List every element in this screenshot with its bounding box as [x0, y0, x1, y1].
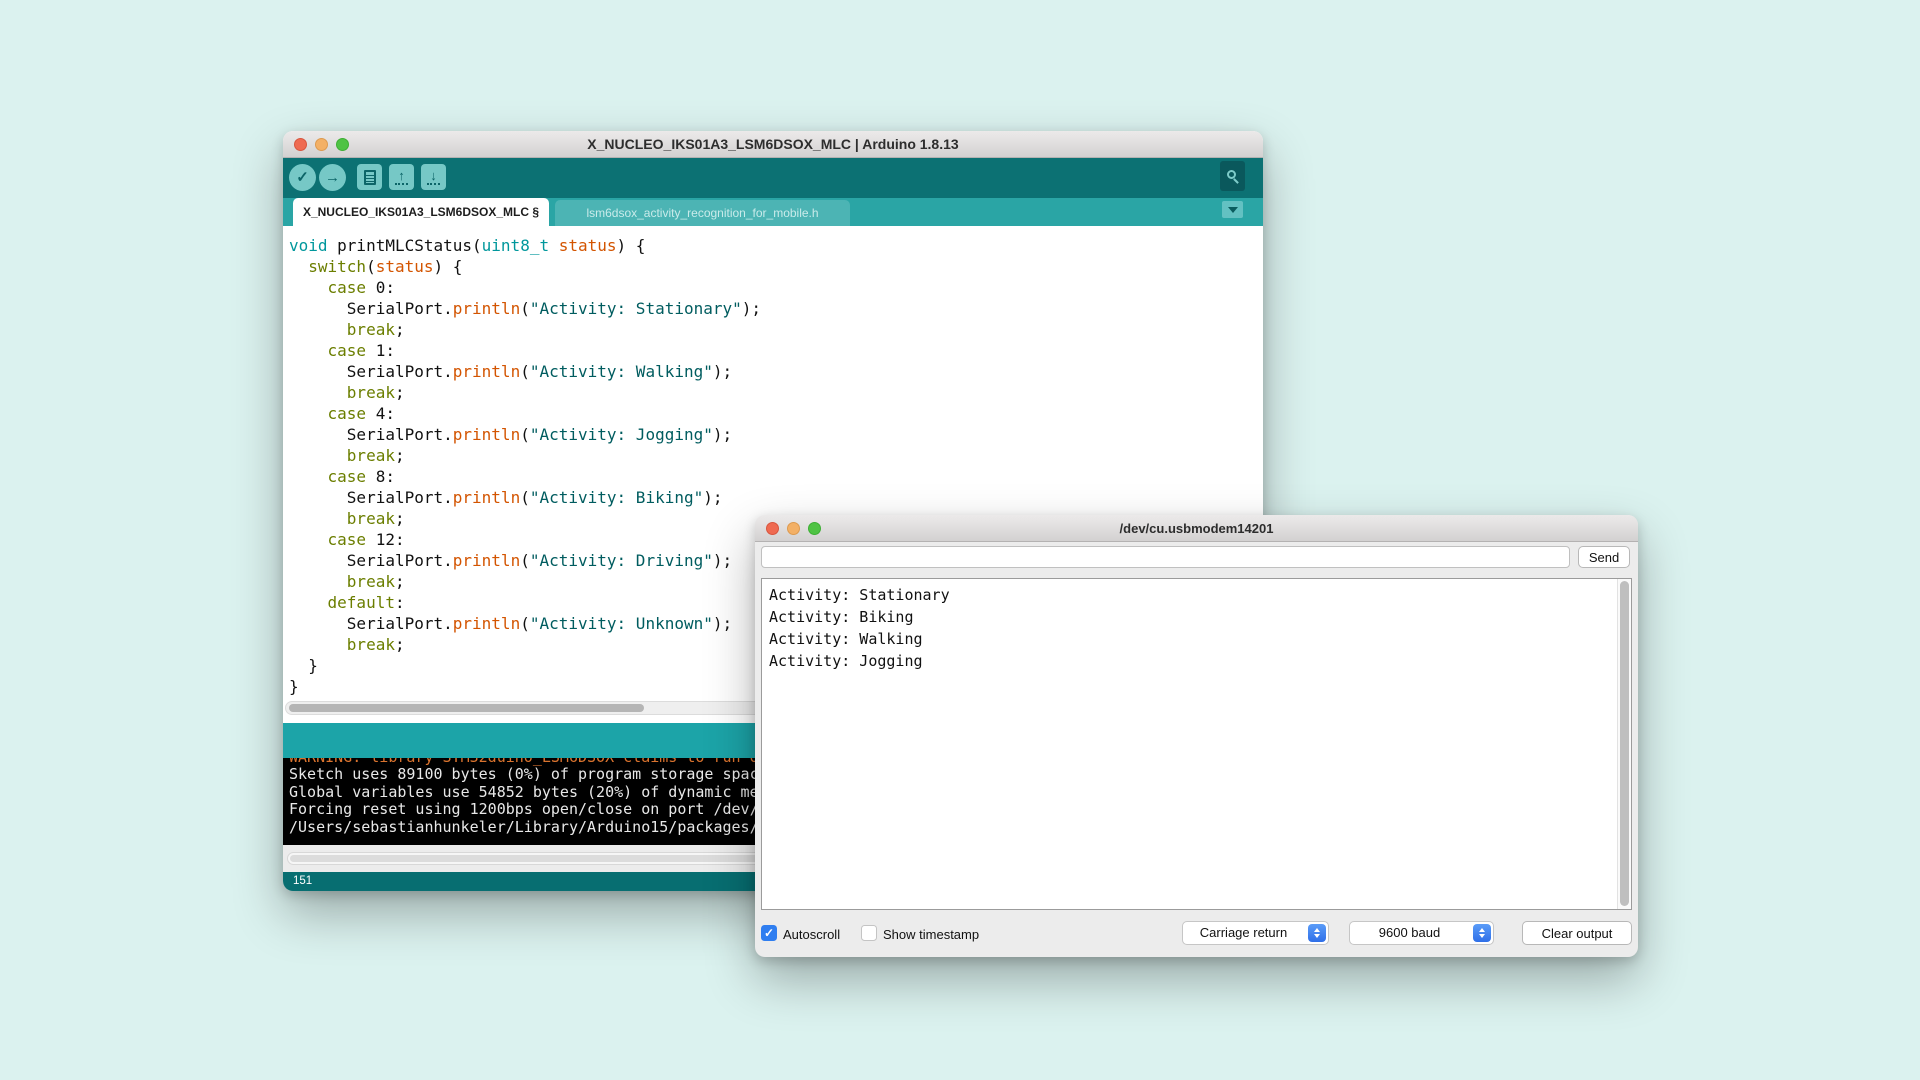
ide-window-title: X_NUCLEO_IKS01A3_LSM6DSOX_MLC | Arduino … [283, 131, 1263, 158]
ide-tabbar: X_NUCLEO_IKS01A3_LSM6DSOX_MLC § lsm6dsox… [283, 198, 1263, 226]
magnifier-icon [1227, 170, 1239, 182]
serial-monitor-window: /dev/cu.usbmodem14201 Send Activity: Sta… [755, 515, 1638, 957]
clear-output-button[interactable]: Clear output [1522, 921, 1632, 945]
baud-rate-select[interactable]: 9600 baud [1349, 921, 1494, 945]
arrow-up-icon: ↑ [395, 170, 408, 185]
serial-output-area[interactable]: Activity: StationaryActivity: BikingActi… [761, 578, 1632, 910]
line-ending-value: Carriage return [1183, 922, 1304, 944]
status-line-number: 151 [293, 875, 312, 887]
line-ending-select[interactable]: Carriage return [1182, 921, 1329, 945]
new-sketch-button[interactable] [357, 164, 382, 190]
tab-header-file[interactable]: lsm6dsox_activity_recognition_for_mobile… [555, 200, 850, 226]
serial-controls-bar: ✓ Autoscroll Show timestamp Carriage ret… [755, 910, 1638, 957]
ide-toolbar: ✓ → ↑ ↓ [283, 158, 1263, 198]
send-button[interactable]: Send [1578, 546, 1630, 568]
tab-main-sketch-label: X_NUCLEO_IKS01A3_LSM6DSOX_MLC § [303, 205, 539, 219]
editor-scrollbar-thumb[interactable] [289, 704, 644, 712]
desktop: X_NUCLEO_IKS01A3_LSM6DSOX_MLC | Arduino … [0, 0, 1920, 1080]
save-sketch-button[interactable]: ↓ [421, 164, 446, 190]
serial-output-text: Activity: StationaryActivity: BikingActi… [769, 584, 950, 672]
check-icon: ✓ [296, 170, 309, 185]
stepper-icon [1308, 924, 1326, 942]
code-text: void printMLCStatus(uint8_t status) { sw… [289, 235, 761, 697]
serial-window-title: /dev/cu.usbmodem14201 [755, 515, 1638, 542]
baud-rate-value: 9600 baud [1350, 922, 1469, 944]
show-timestamp-label: Show timestamp [883, 927, 979, 942]
document-icon [364, 170, 376, 185]
stepper-icon [1473, 924, 1491, 942]
upload-button[interactable]: → [319, 164, 346, 191]
serial-monitor-button[interactable] [1220, 161, 1245, 191]
autoscroll-label: Autoscroll [783, 927, 840, 942]
ide-titlebar: X_NUCLEO_IKS01A3_LSM6DSOX_MLC | Arduino … [283, 131, 1263, 158]
serial-send-input[interactable] [761, 546, 1570, 568]
show-timestamp-checkbox[interactable] [861, 925, 877, 941]
open-sketch-button[interactable]: ↑ [389, 164, 414, 190]
arrow-right-icon: → [325, 170, 340, 185]
serial-titlebar: /dev/cu.usbmodem14201 [755, 515, 1638, 542]
autoscroll-checkbox[interactable]: ✓ [761, 925, 777, 941]
arrow-down-icon: ↓ [427, 170, 440, 185]
chevron-down-icon [1228, 207, 1238, 213]
serial-output-scrollbar[interactable] [1617, 579, 1631, 909]
serial-scrollbar-thumb[interactable] [1620, 581, 1629, 906]
tab-main-sketch[interactable]: X_NUCLEO_IKS01A3_LSM6DSOX_MLC § [293, 198, 549, 226]
tab-header-file-label: lsm6dsox_activity_recognition_for_mobile… [586, 206, 818, 220]
tab-list-dropdown-button[interactable] [1222, 201, 1243, 218]
verify-button[interactable]: ✓ [289, 164, 316, 191]
